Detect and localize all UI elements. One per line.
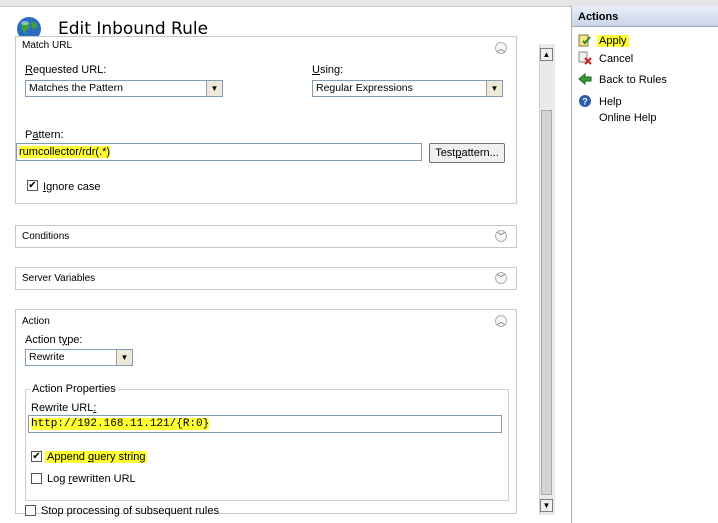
- stop-processing-label: Stop processing of subsequent rules: [41, 505, 219, 517]
- online-help-link[interactable]: Online Help: [599, 112, 656, 124]
- pane-divider: [571, 6, 572, 523]
- log-rewritten-checkbox[interactable]: [31, 473, 42, 484]
- append-query-label: Append query string: [45, 451, 148, 463]
- actions-pane-header: Actions: [572, 6, 718, 27]
- back-arrow-icon: [578, 72, 592, 86]
- chevron-down-icon[interactable]: ▼: [206, 81, 222, 96]
- action-properties-legend: Action Properties: [30, 383, 118, 395]
- svg-text:?: ?: [582, 97, 588, 107]
- scrollbar-thumb[interactable]: [541, 110, 552, 495]
- apply-icon: [578, 34, 591, 47]
- rewrite-url-input[interactable]: http://192.168.11.121/{R:0}: [28, 415, 502, 433]
- help-link[interactable]: Help: [599, 96, 622, 108]
- back-to-rules-link[interactable]: Back to Rules: [599, 74, 667, 86]
- match-url-section: [15, 36, 517, 204]
- conditions-section[interactable]: [15, 225, 517, 248]
- collapse-chevron-icon[interactable]: ︿: [495, 315, 507, 327]
- chevron-down-icon[interactable]: ▼: [116, 350, 132, 365]
- using-label: Using:: [312, 64, 344, 76]
- collapse-chevron-icon[interactable]: ︿: [495, 42, 507, 54]
- action-type-label: Action type:: [25, 334, 83, 346]
- cancel-icon: [578, 51, 592, 65]
- actions-pane-title: Actions: [578, 11, 619, 23]
- stop-processing-checkbox[interactable]: [25, 505, 36, 516]
- using-dropdown[interactable]: Regular Expressions ▼: [312, 80, 503, 97]
- server-variables-header: Server Variables: [22, 273, 96, 284]
- ignore-case-label: Ignore case: [43, 181, 101, 193]
- apply-link[interactable]: Apply: [597, 35, 629, 47]
- match-url-header: Match URL: [22, 40, 73, 51]
- expand-chevron-icon[interactable]: ﹀: [495, 230, 507, 242]
- requested-url-label: Requested URL:: [25, 64, 107, 76]
- pattern-input[interactable]: rumcollector/rdr(.*): [16, 143, 422, 161]
- rewrite-url-label: Rewrite URL:: [31, 402, 97, 414]
- action-type-dropdown[interactable]: Rewrite ▼: [25, 349, 133, 366]
- action-header: Action: [22, 316, 50, 327]
- test-pattern-button[interactable]: Test p attern...: [429, 143, 505, 163]
- help-icon: ?: [579, 95, 591, 107]
- scroll-up-icon[interactable]: ▲: [540, 48, 553, 61]
- ignore-case-checkbox[interactable]: ✔: [27, 180, 38, 191]
- cancel-link[interactable]: Cancel: [599, 53, 633, 65]
- expand-chevron-icon[interactable]: ﹀: [495, 272, 507, 284]
- scroll-down-icon[interactable]: ▼: [540, 499, 553, 512]
- requested-url-dropdown[interactable]: Matches the Pattern ▼: [25, 80, 223, 97]
- conditions-header: Conditions: [22, 231, 70, 242]
- log-rewritten-label: Log rewritten URL: [47, 473, 136, 485]
- chevron-down-icon[interactable]: ▼: [486, 81, 502, 96]
- append-query-checkbox[interactable]: ✔: [31, 451, 42, 462]
- pattern-label: Pattern:: [25, 129, 64, 141]
